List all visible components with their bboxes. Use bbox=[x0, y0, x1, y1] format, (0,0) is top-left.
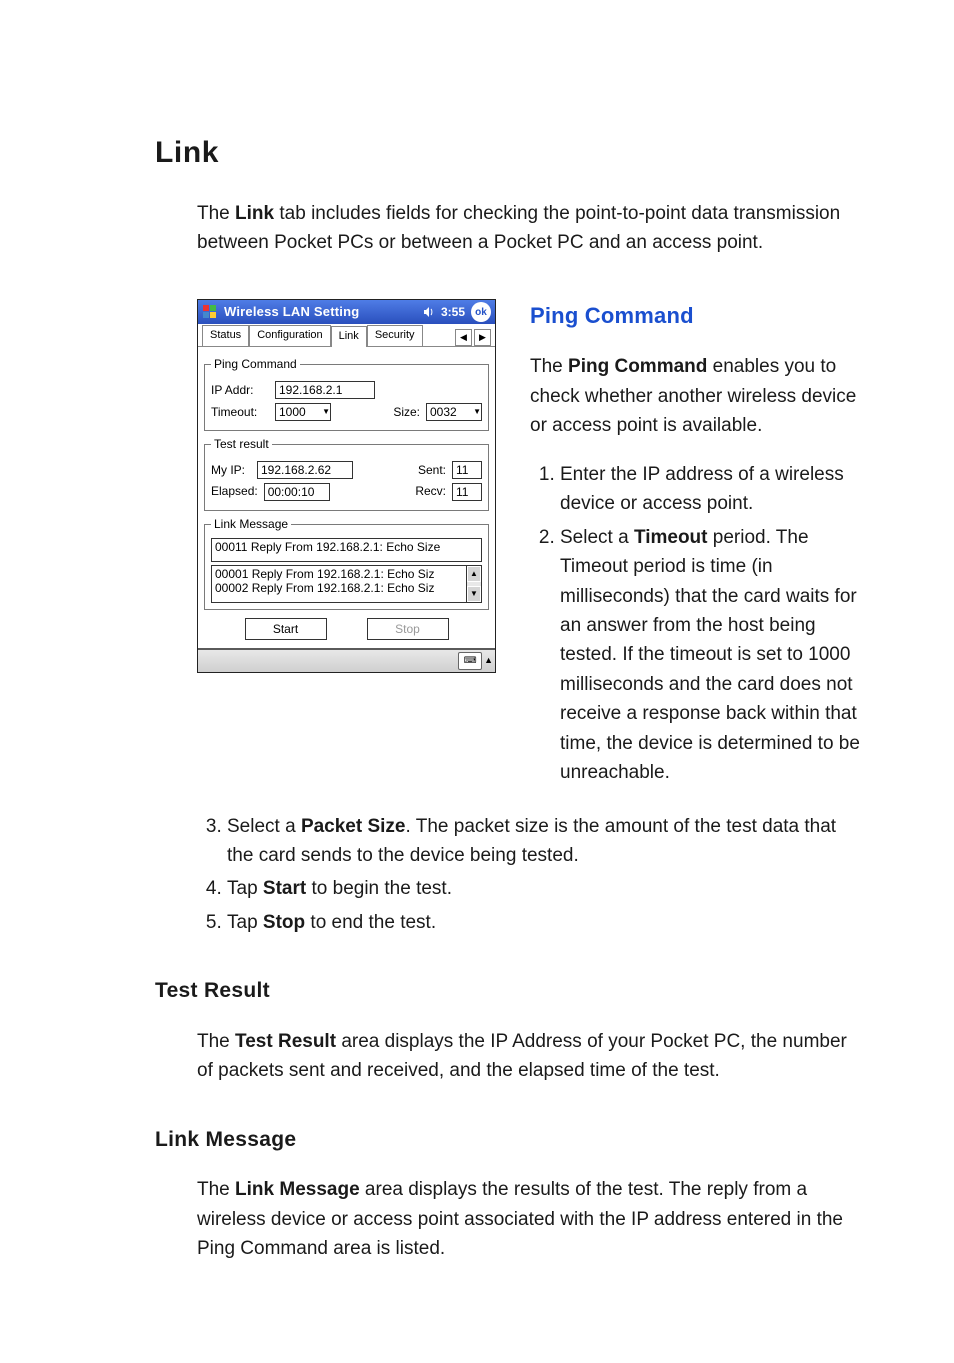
text: Select a bbox=[560, 527, 634, 548]
ping-command-group: Ping Command IP Addr: Timeout: 1000 ▼ Siz… bbox=[204, 355, 489, 431]
list-item: Tap Stop to end the test. bbox=[227, 908, 860, 937]
volume-icon[interactable] bbox=[423, 306, 435, 318]
text: Tap bbox=[227, 878, 263, 899]
text-bold: Timeout bbox=[634, 527, 708, 548]
chevron-down-icon: ▼ bbox=[473, 407, 481, 416]
stop-button[interactable]: Stop bbox=[367, 618, 449, 640]
sent-value bbox=[452, 461, 482, 479]
windows-flag-icon bbox=[202, 304, 218, 320]
text: to begin the test. bbox=[306, 878, 452, 899]
group-legend: Link Message bbox=[211, 515, 291, 534]
text: to end the test. bbox=[305, 912, 436, 933]
steps-list: Enter the IP address of a wireless devic… bbox=[530, 460, 860, 788]
elapsed-label: Elapsed: bbox=[211, 482, 258, 501]
sip-bar: ⌨ ▲ bbox=[198, 648, 495, 672]
ip-input[interactable] bbox=[275, 381, 375, 399]
sent-label: Sent: bbox=[418, 461, 446, 480]
clock-time: 3:55 bbox=[441, 303, 465, 322]
text: The bbox=[197, 1179, 235, 1200]
paragraph: The Test Result area displays the IP Add… bbox=[197, 1027, 860, 1086]
list-item: Select a Timeout period. The Timeout per… bbox=[560, 523, 860, 788]
text-bold: Ping Command bbox=[568, 356, 707, 377]
text: period. The Timeout period is time (in m… bbox=[560, 527, 860, 784]
tab-bar: Status Configuration Link Security ◀ ▶ bbox=[198, 324, 495, 347]
myip-value bbox=[257, 461, 353, 479]
scroll-down-icon[interactable]: ▼ bbox=[467, 586, 481, 602]
list-item: Tap Start to begin the test. bbox=[227, 874, 860, 903]
recv-label: Recv: bbox=[415, 482, 446, 501]
group-legend: Ping Command bbox=[211, 355, 300, 374]
intro-paragraph: The Link tab includes fields for checkin… bbox=[197, 199, 860, 258]
title-bar: Wireless LAN Setting 3:55 ok bbox=[198, 300, 495, 324]
text-bold: Packet Size bbox=[301, 816, 406, 837]
paragraph: The Link Message area displays the resul… bbox=[197, 1175, 860, 1263]
recv-value bbox=[452, 483, 482, 501]
list-item: 00002 Reply From 192.168.2.1: Echo Siz bbox=[215, 581, 463, 595]
section-heading: Link Message bbox=[155, 1124, 866, 1157]
size-value: 0032 bbox=[430, 405, 457, 419]
text: The bbox=[530, 356, 568, 377]
scrollbar[interactable]: ▲ ▼ bbox=[466, 566, 481, 602]
screenshot-wireless-lan: Wireless LAN Setting 3:55 ok Status Conf… bbox=[197, 299, 496, 672]
sip-up-icon[interactable]: ▲ bbox=[484, 654, 493, 668]
tab-scroll-left-icon[interactable]: ◀ bbox=[455, 329, 472, 346]
text-bold: Link Message bbox=[235, 1179, 360, 1200]
tab-configuration[interactable]: Configuration bbox=[249, 325, 330, 346]
ok-button[interactable]: ok bbox=[471, 302, 491, 322]
ip-label: IP Addr: bbox=[211, 381, 269, 400]
text: tab includes fields for checking the poi… bbox=[197, 203, 840, 253]
start-button[interactable]: Start bbox=[245, 618, 327, 640]
tab-link[interactable]: Link bbox=[331, 326, 367, 347]
tab-status[interactable]: Status bbox=[202, 325, 249, 346]
ping-command-section: Ping Command The Ping Command enables yo… bbox=[530, 299, 860, 791]
text-bold: Stop bbox=[263, 912, 305, 933]
text-bold: Link bbox=[235, 203, 274, 224]
myip-label: My IP: bbox=[211, 461, 251, 480]
timeout-label: Timeout: bbox=[211, 403, 269, 422]
page-title: Link bbox=[155, 130, 866, 177]
size-select[interactable]: 0032 ▼ bbox=[426, 403, 482, 421]
section-heading: Ping Command bbox=[530, 299, 860, 333]
list-item: 00001 Reply From 192.168.2.1: Echo Siz bbox=[215, 567, 463, 581]
text: The bbox=[197, 1031, 235, 1052]
keyboard-icon[interactable]: ⌨ bbox=[458, 652, 482, 670]
list-item: Enter the IP address of a wireless devic… bbox=[560, 460, 860, 519]
section-heading: Test Result bbox=[155, 975, 866, 1008]
steps-list-continued: Select a Packet Size. The packet size is… bbox=[197, 812, 860, 938]
size-label: Size: bbox=[393, 403, 420, 422]
text-bold: Test Result bbox=[235, 1031, 336, 1052]
test-result-group: Test result My IP: Sent: Elapsed: R bbox=[204, 435, 489, 511]
tab-security[interactable]: Security bbox=[367, 325, 423, 346]
link-message-current: 00011 Reply From 192.168.2.1: Echo Size bbox=[211, 538, 482, 562]
text: Tap bbox=[227, 912, 263, 933]
link-message-group: Link Message 00011 Reply From 192.168.2.… bbox=[204, 515, 489, 610]
list-item: Select a Packet Size. The packet size is… bbox=[227, 812, 860, 871]
chevron-down-icon: ▼ bbox=[322, 407, 330, 416]
timeout-select[interactable]: 1000 ▼ bbox=[275, 403, 331, 421]
text-bold: Start bbox=[263, 878, 306, 899]
text: Select a bbox=[227, 816, 301, 837]
timeout-value: 1000 bbox=[279, 405, 306, 419]
elapsed-value bbox=[264, 483, 330, 501]
link-message-list[interactable]: 00001 Reply From 192.168.2.1: Echo Siz 0… bbox=[211, 565, 482, 603]
tab-scroll-right-icon[interactable]: ▶ bbox=[474, 329, 491, 346]
text: The bbox=[197, 203, 235, 224]
group-legend: Test result bbox=[211, 435, 272, 454]
paragraph: The Ping Command enables you to check wh… bbox=[530, 352, 860, 440]
scroll-up-icon[interactable]: ▲ bbox=[467, 566, 481, 582]
window-title: Wireless LAN Setting bbox=[224, 302, 417, 322]
